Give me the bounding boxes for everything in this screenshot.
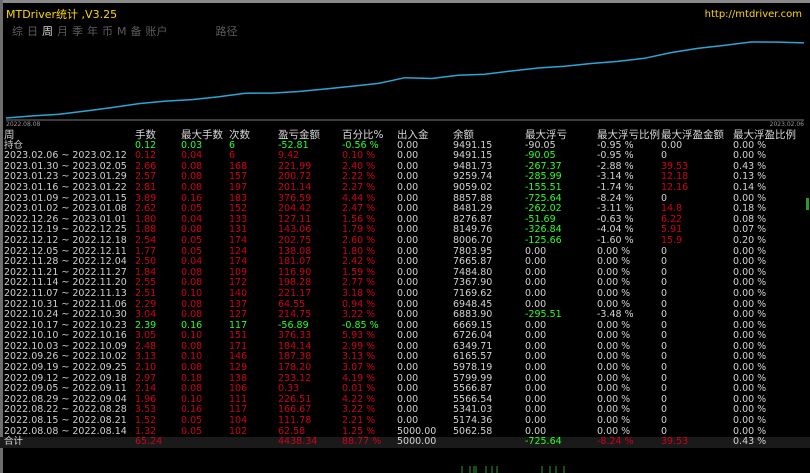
balance-cell: 5062.58 — [453, 425, 493, 437]
lots-cell: 2.54 — [135, 234, 157, 246]
balance-cell: 8006.70 — [453, 234, 493, 246]
column-header: 最大浮亏比例 — [597, 129, 660, 141]
column-header: 周 — [4, 129, 15, 141]
column-header: 最大手数 — [181, 129, 223, 141]
total-row: 合计 65.24 4438.34 88.77 % 5000.00 -725.64 -8.24… — [0, 437, 810, 448]
lots-cell: 2.81 — [135, 181, 157, 193]
total-max-float-loss: -725.64 — [525, 436, 562, 448]
max-float-loss-cell: -125.66 — [525, 234, 562, 246]
week-range: 2022.11.07 ~ 2022.11.13 — [4, 287, 127, 299]
total-max-float-profit-pct: 0.43 % — [733, 436, 767, 448]
max-lots-cell: 0.05 — [181, 425, 203, 437]
max-float-loss-pct-cell: 0.00 % — [597, 287, 631, 299]
column-header: 最大浮亏 — [525, 129, 567, 141]
total-max-float-profit: 39.53 — [661, 436, 689, 448]
column-header: 盈亏金额 — [278, 129, 320, 141]
max-float-profit-pct-cell: 0.14 % — [733, 181, 767, 193]
column-header: 最大浮盈金额 — [661, 129, 724, 141]
balance-cell: 7169.62 — [453, 287, 493, 299]
percent-cell: 2.27 % — [342, 181, 376, 193]
pnl-cell: 221.17 — [278, 287, 312, 299]
trade-count-cell: 102 — [229, 425, 248, 437]
table-row: 2022.12.12 ~ 2022.12.18 2.54 0.05 174 202.75… — [0, 234, 810, 247]
column-header: 手数 — [135, 129, 156, 141]
week-range: 2022.12.12 ~ 2022.12.18 — [4, 234, 127, 246]
pnl-cell: 201.14 — [278, 181, 312, 193]
scrollbar-thumb[interactable] — [806, 198, 809, 210]
max-float-profit-cell: 0 — [661, 287, 668, 299]
column-header: 次数 — [229, 129, 250, 141]
week-range: 2023.01.16 ~ 2023.01.22 — [4, 181, 127, 193]
max-float-profit-pct-cell: 0.20 % — [733, 234, 767, 246]
deposit-cell: 0.00 — [397, 181, 419, 193]
pnl-cell: 202.75 — [278, 234, 312, 246]
lots-cell: 2.51 — [135, 287, 157, 299]
table-header: 周 手数 最大手数 次数 盈亏金额 百分比% 出入金 余额 最大浮亏 最大浮亏比例 最大浮盈金额 最大… — [0, 130, 810, 141]
max-lots-cell: 0.08 — [181, 181, 203, 193]
equity-curve-chart: 2022.08.08 2023.02.06 — [4, 36, 806, 128]
total-max-float-loss-pct: -8.24 % — [597, 436, 634, 448]
window-top-border — [0, 0, 810, 3]
trade-count-cell: 174 — [229, 234, 248, 246]
trade-count-cell: 140 — [229, 287, 248, 299]
max-float-loss-cell: 0.00 — [525, 287, 547, 299]
total-lots: 65.24 — [135, 436, 163, 448]
column-header: 余额 — [453, 129, 474, 141]
chart-x-end-label: 2023.02.06 — [770, 121, 805, 128]
mtdriver-stats-window: MTDriver统计 ,V3.25 http://mtdriver.com 综日… — [0, 0, 810, 473]
weekly-stats-table: 周 手数 最大手数 次数 盈亏金额 百分比% 出入金 余额 最大浮亏 最大浮亏比例 最大浮盈金额 最大… — [0, 130, 810, 448]
total-deposit: 5000.00 — [397, 436, 437, 448]
table-row: 2023.01.16 ~ 2023.01.22 2.81 0.08 197 201.14… — [0, 181, 810, 194]
max-lots-cell: 0.10 — [181, 287, 203, 299]
percent-cell: 3.18 % — [342, 287, 376, 299]
bottom-status-ticks — [461, 466, 565, 473]
balance-cell: 9059.02 — [453, 181, 493, 193]
deposit-cell: 0.00 — [397, 234, 419, 246]
table-row: 2022.11.07 ~ 2022.11.13 2.51 0.10 140 221.17… — [0, 287, 810, 300]
max-float-profit-pct-cell: 0.00 % — [733, 287, 767, 299]
deposit-cell: 0.00 — [397, 287, 419, 299]
max-float-profit-cell: 15.9 — [661, 234, 683, 246]
max-float-profit-cell: 12.16 — [661, 181, 689, 193]
total-pnl: 4438.34 — [278, 436, 318, 448]
percent-cell: 2.60 % — [342, 234, 376, 246]
website-link[interactable]: http://mtdriver.com — [705, 9, 802, 21]
chart-x-start-label: 2022.08.08 — [6, 121, 41, 128]
total-percent: 88.77 % — [342, 436, 382, 448]
column-header: 百分比% — [342, 129, 384, 141]
max-lots-cell: 0.05 — [181, 234, 203, 246]
column-header: 最大浮盈比例 — [733, 129, 796, 141]
column-header: 出入金 — [397, 129, 429, 141]
max-float-loss-cell: -155.51 — [525, 181, 562, 193]
max-float-loss-pct-cell: -1.74 % — [597, 181, 634, 193]
total-label: 合计 — [4, 436, 24, 448]
trade-count-cell: 197 — [229, 181, 248, 193]
app-title: MTDriver统计 ,V3.25 — [6, 8, 118, 21]
max-float-loss-pct-cell: -1.60 % — [597, 234, 634, 246]
